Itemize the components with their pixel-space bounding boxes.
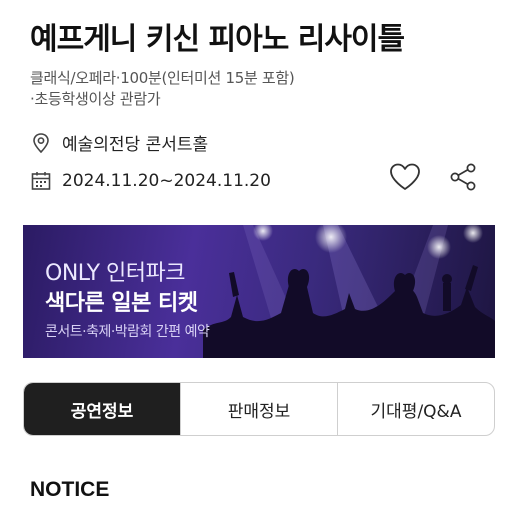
concert-crowd-illustration <box>203 225 495 358</box>
banner-line-1: ONLY 인터파크 <box>45 261 186 286</box>
tab-performance-info[interactable]: 공연정보 <box>24 383 180 435</box>
date-row: 2024.11.20~2024.11.20 <box>30 170 271 192</box>
tab-reviews-qna[interactable]: 기대평/Q&A <box>337 383 494 435</box>
action-buttons <box>386 160 482 198</box>
tab-sales-info[interactable]: 판매정보 <box>180 383 337 435</box>
calendar-icon <box>30 170 52 192</box>
like-button[interactable] <box>386 160 424 198</box>
promo-banner[interactable]: ONLY 인터파크 색다른 일본 티켓 콘서트·축제·박람회 간편 예약 <box>23 225 495 358</box>
notice-heading: NOTICE <box>30 478 110 501</box>
page-title: 예프게니 키신 피아노 리사이틀 <box>30 22 405 57</box>
share-button[interactable] <box>444 160 482 198</box>
date-range-text: 2024.11.20~2024.11.20 <box>62 171 271 191</box>
location-pin-icon <box>30 132 52 154</box>
venue-row[interactable]: 예술의전당 콘서트홀 <box>30 130 208 155</box>
heart-icon <box>388 162 422 196</box>
banner-line-3: 콘서트·축제·박람회 간편 예약 <box>45 324 210 340</box>
detail-tabs: 공연정보 판매정보 기대평/Q&A <box>23 382 495 436</box>
banner-line-2: 색다른 일본 티켓 <box>45 291 198 316</box>
share-icon <box>448 162 478 196</box>
meta-genre-duration: 클래식/오페라·100분(인터미션 15분 포함) <box>30 69 295 87</box>
venue-text[interactable]: 예술의전당 콘서트홀 <box>62 130 208 155</box>
meta-age-limit: ·초등학생이상 관람가 <box>30 90 161 108</box>
performance-meta: 클래식/오페라·100분(인터미션 15분 포함) ·초등학생이상 관람가 <box>30 68 295 110</box>
